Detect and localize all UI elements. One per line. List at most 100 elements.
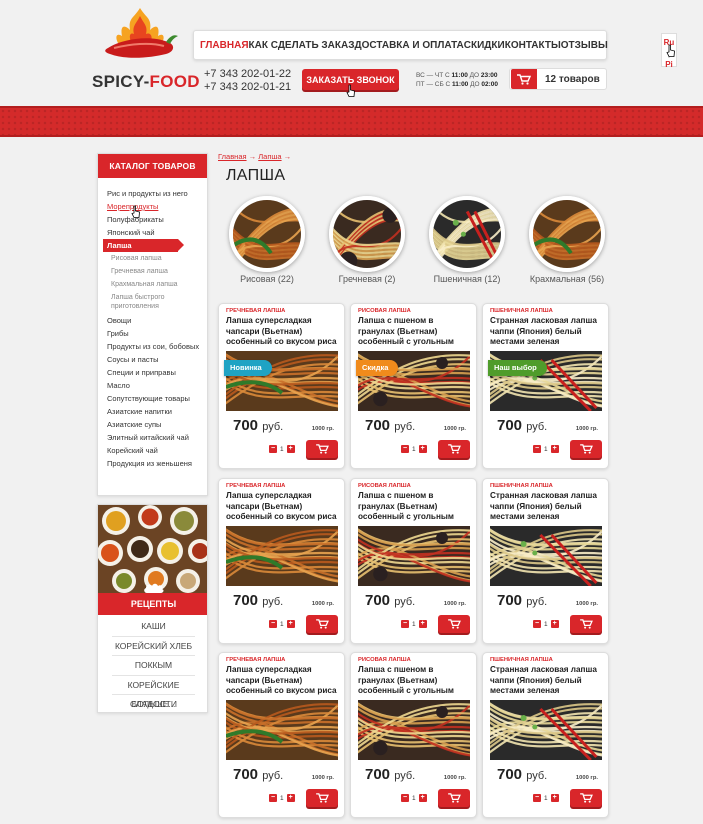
- breadcrumb-section[interactable]: Лапша: [258, 152, 281, 161]
- increase-button[interactable]: +: [418, 620, 427, 628]
- catalog-subitem[interactable]: Рисовая лапша: [107, 252, 207, 265]
- decrease-button[interactable]: −: [401, 620, 409, 628]
- increase-button[interactable]: +: [286, 445, 295, 453]
- quantity-value[interactable]: 1: [544, 446, 548, 453]
- subcategory-label[interactable]: Крахмальная (56): [522, 274, 612, 284]
- subcategory-1[interactable]: Рисовая (22): [222, 196, 312, 284]
- quantity-value[interactable]: 1: [280, 795, 284, 802]
- catalog-item[interactable]: Продукция из женьшеня: [107, 457, 207, 470]
- nav-item[interactable]: СКИДКИ: [464, 40, 505, 51]
- decrease-button[interactable]: −: [401, 445, 409, 453]
- subcategory-2[interactable]: Гречневая (2): [322, 196, 412, 284]
- catalog-item[interactable]: Азиатские супы: [107, 418, 207, 431]
- catalog-item[interactable]: Соусы и пасты: [107, 353, 207, 366]
- quantity-value[interactable]: 1: [544, 795, 548, 802]
- catalog-item[interactable]: Азиатские напитки: [107, 405, 207, 418]
- subcategory-4[interactable]: Крахмальная (56): [522, 196, 612, 284]
- site-logo[interactable]: SPICY-FOOD: [92, 4, 200, 91]
- add-to-cart-button[interactable]: [570, 615, 602, 633]
- product-category[interactable]: ГРЕЧНЕВАЯ ЛАПША: [226, 483, 285, 489]
- product-image[interactable]: [226, 526, 338, 586]
- subcategory-label[interactable]: Рисовая (22): [222, 274, 312, 284]
- product-image[interactable]: [490, 526, 602, 586]
- subcategory-3[interactable]: Пшеничная (12): [422, 196, 512, 284]
- product-name[interactable]: Лапша с пшеном в гранулах (Вьетнам) особ…: [358, 316, 472, 349]
- decrease-button[interactable]: −: [533, 794, 541, 802]
- catalog-item[interactable]: Лапша: [103, 239, 184, 252]
- cart-button[interactable]: 12 товаров: [509, 68, 607, 90]
- nav-item[interactable]: ГЛАВНАЯ: [200, 40, 249, 51]
- decrease-button[interactable]: −: [269, 620, 277, 628]
- nav-item[interactable]: ОТЗЫВЫ: [561, 40, 608, 51]
- product-name[interactable]: Лапша суперсладкая чапсари (Вьетнам) осо…: [226, 665, 340, 698]
- add-to-cart-button[interactable]: [306, 615, 338, 633]
- phone-2[interactable]: +7 343 202-01-21: [204, 81, 291, 94]
- decrease-button[interactable]: −: [401, 794, 409, 802]
- product-name[interactable]: Лапша суперсладкая чапсари (Вьетнам) осо…: [226, 491, 340, 524]
- product-name[interactable]: Странная ласковая лапша чаппи (Япония) б…: [490, 316, 604, 349]
- add-to-cart-button[interactable]: [438, 615, 470, 633]
- decrease-button[interactable]: −: [533, 445, 541, 453]
- catalog-subitem[interactable]: Крахмальная лапша: [107, 278, 207, 291]
- increase-button[interactable]: +: [286, 794, 295, 802]
- quantity-value[interactable]: 1: [412, 446, 416, 453]
- quantity-value[interactable]: 1: [544, 621, 548, 628]
- catalog-item[interactable]: Грибы: [107, 327, 207, 340]
- subcategory-image[interactable]: [329, 196, 405, 272]
- nav-item[interactable]: КОНТАКТЫ: [505, 40, 561, 51]
- increase-button[interactable]: +: [286, 620, 295, 628]
- decrease-button[interactable]: −: [533, 620, 541, 628]
- product-image[interactable]: [226, 700, 338, 760]
- product-image[interactable]: [490, 700, 602, 760]
- subcategory-image[interactable]: [429, 196, 505, 272]
- product-image[interactable]: [358, 526, 470, 586]
- increase-button[interactable]: +: [550, 445, 559, 453]
- product-name[interactable]: Лапша суперсладкая чапсари (Вьетнам) осо…: [226, 316, 340, 349]
- catalog-item[interactable]: Морепродукты: [107, 200, 207, 213]
- quantity-value[interactable]: 1: [280, 446, 284, 453]
- recipe-link[interactable]: КОРЕЙСКИЕ СЛАДОСТИ: [112, 676, 195, 709]
- quantity-value[interactable]: 1: [412, 621, 416, 628]
- catalog-item[interactable]: Овощи: [107, 314, 207, 327]
- catalog-item[interactable]: Масло: [107, 379, 207, 392]
- add-to-cart-button[interactable]: [438, 440, 470, 458]
- add-to-cart-button[interactable]: [438, 789, 470, 807]
- recipe-link[interactable]: КАШИ: [112, 617, 195, 637]
- increase-button[interactable]: +: [550, 620, 559, 628]
- recipe-link[interactable]: ПОККЫМ: [112, 656, 195, 676]
- phone-1[interactable]: +7 343 202-01-22: [204, 68, 291, 81]
- product-name[interactable]: Странная ласковая лапша чаппи (Япония) б…: [490, 491, 604, 524]
- catalog-item[interactable]: Японский чай: [107, 226, 207, 239]
- add-to-cart-button[interactable]: [570, 440, 602, 458]
- lang-en[interactable]: Pi: [662, 59, 676, 70]
- increase-button[interactable]: +: [418, 445, 427, 453]
- increase-button[interactable]: +: [418, 794, 427, 802]
- product-category[interactable]: ПШЕНИЧНАЯ ЛАПША: [490, 308, 553, 314]
- recipe-link[interactable]: КОРЕЙСКИЙ ХЛЕБ: [112, 637, 195, 656]
- nav-item[interactable]: ДОСТАВКА И ОПЛАТА: [355, 40, 464, 51]
- increase-button[interactable]: +: [550, 794, 559, 802]
- product-category[interactable]: ПШЕНИЧНАЯ ЛАПША: [490, 657, 553, 663]
- decrease-button[interactable]: −: [269, 445, 277, 453]
- product-name[interactable]: Лапша с пшеном в гранулах (Вьетнам) особ…: [358, 665, 472, 698]
- nav-item[interactable]: КАК СДЕЛАТЬ ЗАКАЗ: [249, 40, 355, 51]
- subcategory-image[interactable]: [229, 196, 305, 272]
- quantity-value[interactable]: 1: [412, 795, 416, 802]
- catalog-item[interactable]: Элитный китайский чай: [107, 431, 207, 444]
- breadcrumb-home[interactable]: Главная: [218, 152, 247, 161]
- subcategory-label[interactable]: Гречневая (2): [322, 274, 412, 284]
- catalog-item[interactable]: Корейский чай: [107, 444, 207, 457]
- product-category[interactable]: РИСОВАЯ ЛАПША: [358, 657, 411, 663]
- decrease-button[interactable]: −: [269, 794, 277, 802]
- subcategory-image[interactable]: [529, 196, 605, 272]
- product-category[interactable]: ГРЕЧНЕВАЯ ЛАПША: [226, 308, 285, 314]
- catalog-item[interactable]: Полуфабрикаты: [107, 213, 207, 226]
- add-to-cart-button[interactable]: [570, 789, 602, 807]
- subcategory-label[interactable]: Пшеничная (12): [422, 274, 512, 284]
- add-to-cart-button[interactable]: [306, 440, 338, 458]
- recipe-link[interactable]: БОЛЬШЕ...: [112, 695, 195, 712]
- product-name[interactable]: Странная ласковая лапша чаппи (Япония) б…: [490, 665, 604, 698]
- quantity-value[interactable]: 1: [280, 621, 284, 628]
- catalog-item[interactable]: Продукты из сои, бобовых: [107, 340, 207, 353]
- catalog-item[interactable]: Рис и продукты из него: [107, 187, 207, 200]
